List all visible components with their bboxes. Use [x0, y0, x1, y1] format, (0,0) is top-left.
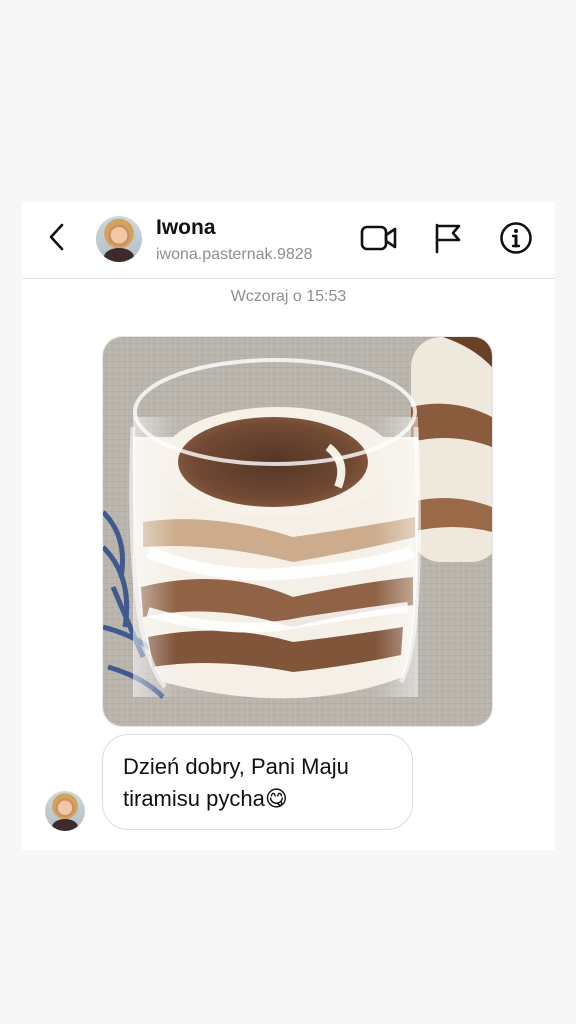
text-message-bubble[interactable]: Dzień dobry, Pani Maju tiramisu pycha😋: [102, 734, 413, 830]
sender-avatar[interactable]: [45, 791, 85, 831]
flag-icon: [432, 222, 464, 259]
info-button[interactable]: [496, 220, 536, 260]
contact-username: iwona.pasternak.9828: [156, 246, 313, 263]
message-line-1: Dzień dobry, Pani Maju: [123, 754, 349, 779]
contact-avatar[interactable]: [96, 216, 142, 262]
photo-message[interactable]: [102, 336, 493, 727]
dessert-photo-image: [103, 337, 492, 726]
contact-name[interactable]: Iwona: [156, 216, 216, 240]
chevron-left-icon: [47, 222, 67, 257]
chat-header: Iwona iwona.pasternak.9828: [22, 202, 555, 279]
report-button[interactable]: [428, 220, 468, 260]
message-timestamp: Wczoraj o 15:53: [230, 288, 347, 305]
video-call-button[interactable]: [359, 220, 399, 260]
info-circle-icon: [499, 221, 533, 260]
chat-screen: Iwona iwona.pasternak.9828 Wczoraj o 15:…: [22, 202, 555, 850]
message-line-2: tiramisu pycha😋: [123, 786, 288, 811]
video-camera-icon: [360, 223, 398, 258]
back-button[interactable]: [40, 222, 74, 256]
